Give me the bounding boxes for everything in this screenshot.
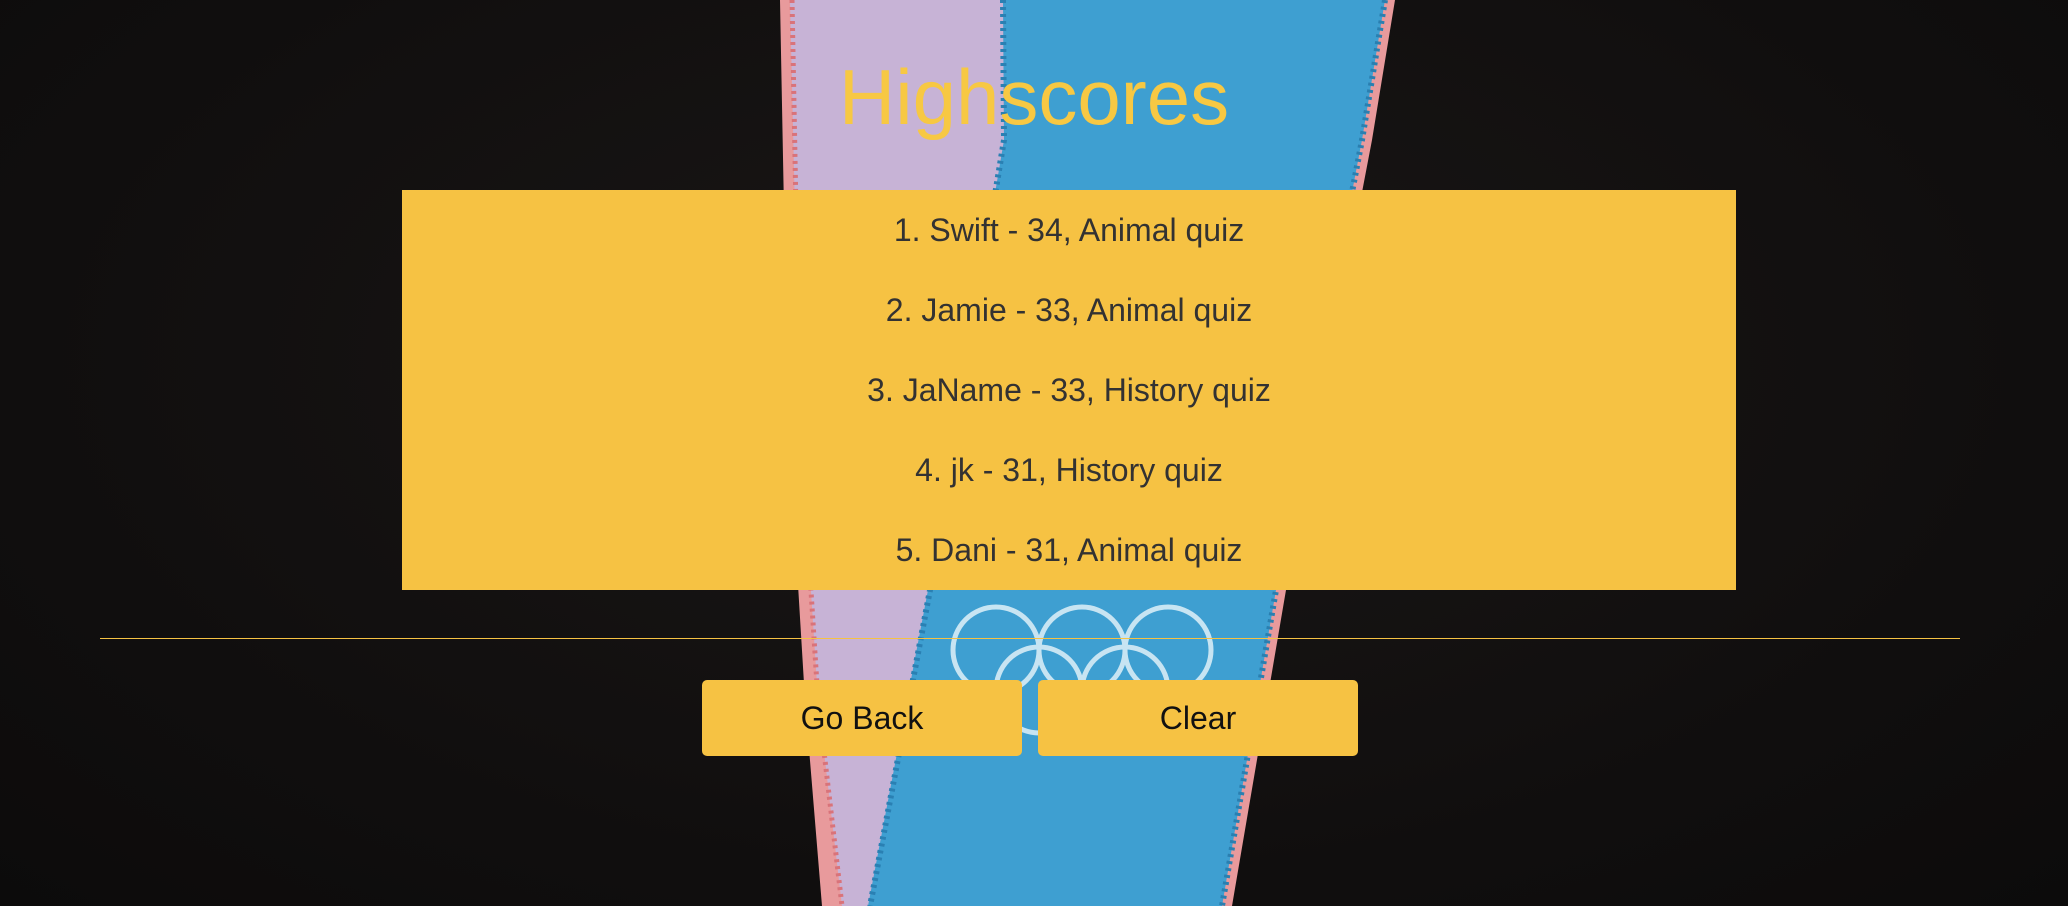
page: Highscores 1. Swift - 34, Animal quiz 2.…	[0, 0, 2068, 906]
divider	[100, 638, 1960, 639]
list-item: 4. jk - 31, History quiz	[915, 452, 1223, 488]
list-item: 1. Swift - 34, Animal quiz	[893, 212, 1245, 248]
go-back-button[interactable]: Go Back	[702, 680, 1022, 756]
page-title: Highscores	[838, 53, 1230, 141]
list-item: 3. JaName - 33, History quiz	[867, 372, 1271, 408]
list-item: 2. Jamie - 33, Animal quiz	[885, 292, 1253, 328]
clear-button[interactable]: Clear	[1038, 680, 1358, 756]
highscores-list: 1. Swift - 34, Animal quiz 2. Jamie - 33…	[402, 190, 1736, 590]
list-item: 5. Dani - 31, Animal quiz	[895, 532, 1243, 568]
